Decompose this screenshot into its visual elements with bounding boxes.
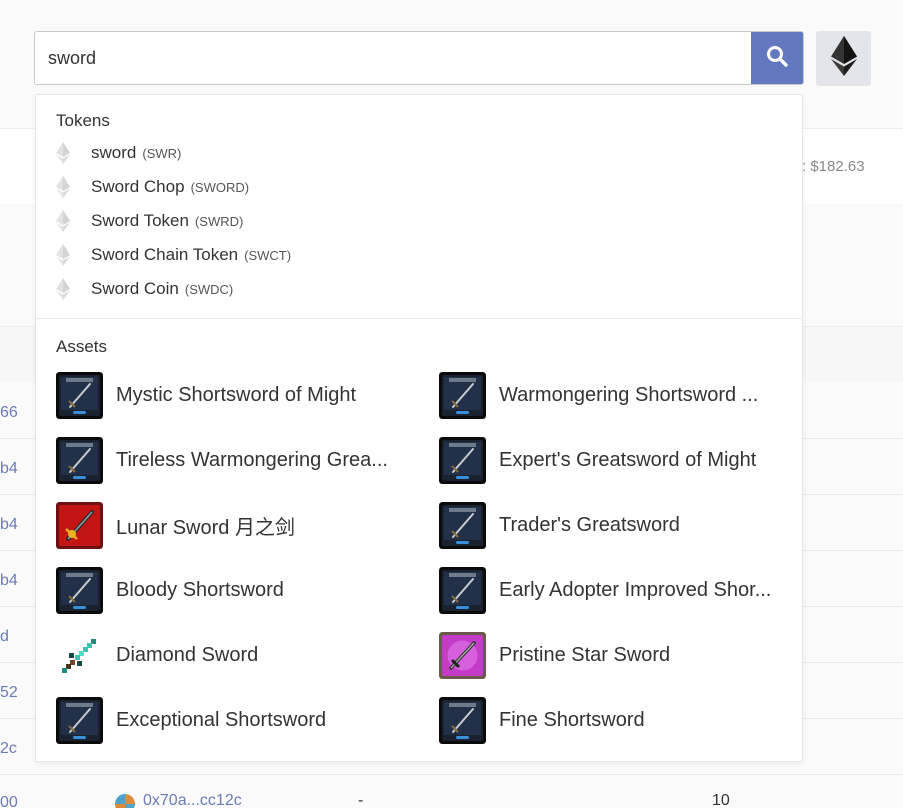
asset-result-item[interactable]: Warmongering Shortsword ... <box>439 371 758 419</box>
asset-thumbnail <box>56 501 103 549</box>
ethereum-icon <box>830 36 857 81</box>
background-row-fragment[interactable]: b4 <box>0 572 18 590</box>
section-divider <box>36 318 802 319</box>
token-symbol: (SWR) <box>142 145 182 161</box>
token-name: Sword Chop <box>91 177 185 196</box>
asset-name: Exceptional Shortsword <box>116 708 327 731</box>
background-row-fragment[interactable]: b4 <box>0 460 18 478</box>
token-name: Sword Token <box>91 211 189 230</box>
search-input[interactable] <box>35 32 751 84</box>
token-symbol: (SWRD) <box>194 213 244 229</box>
asset-thumbnail <box>439 371 486 419</box>
background-price-text: : $182.63 <box>802 158 865 175</box>
asset-thumbnail <box>439 631 486 679</box>
page: : $182.63 66 b4 b4 b4 d 52 2c 00 0x70a..… <box>0 0 903 808</box>
background-row-fragment[interactable]: 2c <box>0 740 17 758</box>
search-button[interactable] <box>751 32 803 84</box>
network-selector-button[interactable] <box>816 31 871 86</box>
asset-thumbnail <box>439 566 486 614</box>
background-row-fragment[interactable]: 52 <box>0 684 18 702</box>
asset-thumbnail <box>56 696 103 744</box>
asset-result-item[interactable]: Expert's Greatsword of Might <box>439 436 756 484</box>
asset-result-item[interactable]: Bloody Shortsword <box>56 566 284 614</box>
asset-name: Lunar Sword 月之剑 <box>116 516 295 539</box>
asset-result-item[interactable]: Lunar Sword 月之剑 <box>56 501 295 549</box>
asset-thumbnail <box>439 696 486 744</box>
background-row-fragment[interactable]: 66 <box>0 404 18 422</box>
asset-result-item[interactable]: Exceptional Shortsword <box>56 696 326 744</box>
background-row-line <box>0 774 903 775</box>
background-avatar <box>115 794 135 808</box>
token-result-item[interactable]: Sword Coin (SWDC) <box>56 274 233 304</box>
ethereum-token-icon <box>56 243 72 267</box>
asset-thumbnail <box>439 436 486 484</box>
tokens-section-title: Tokens <box>56 111 110 130</box>
ethereum-token-icon <box>56 141 72 165</box>
token-symbol: (SWDC) <box>184 281 234 297</box>
asset-name: Diamond Sword <box>116 643 259 666</box>
asset-thumbnail <box>56 436 103 484</box>
asset-result-item[interactable]: Mystic Shortsword of Might <box>56 371 356 419</box>
token-name: Sword Chain Token <box>91 245 239 264</box>
ethereum-token-icon <box>56 175 72 199</box>
search-results-dropdown: Tokens sword (SWR) Sword Chop (SWORD) Sword … <box>35 94 803 762</box>
token-symbol: (SWCT) <box>244 247 292 263</box>
token-result-item[interactable]: Sword Token (SWRD) <box>56 206 243 236</box>
asset-result-item[interactable]: Diamond Sword <box>56 631 258 679</box>
asset-name: Early Adopter Improved Shor... <box>499 578 772 601</box>
asset-name: Tireless Warmongering Grea... <box>116 448 388 471</box>
search-bar <box>34 31 804 85</box>
token-result-item[interactable]: sword (SWR) <box>56 138 181 168</box>
asset-thumbnail <box>56 631 103 679</box>
asset-name: Expert's Greatsword of Might <box>499 448 757 471</box>
background-row-fragment[interactable]: 00 <box>0 794 18 808</box>
asset-thumbnail <box>56 566 103 614</box>
background-address-link[interactable]: 0x70a...cc12c <box>143 792 242 808</box>
background-row-fragment[interactable]: d <box>0 628 9 646</box>
asset-result-item[interactable]: Pristine Star Sword <box>439 631 670 679</box>
background-row-fragment[interactable]: b4 <box>0 516 18 534</box>
asset-result-item[interactable]: Trader's Greatsword <box>439 501 680 549</box>
token-symbol: (SWORD) <box>190 179 250 195</box>
token-result-item[interactable]: Sword Chop (SWORD) <box>56 172 249 202</box>
asset-name: Trader's Greatsword <box>499 513 680 536</box>
asset-result-item[interactable]: Fine Shortsword <box>439 696 645 744</box>
asset-thumbnail <box>439 501 486 549</box>
asset-name: Mystic Shortsword of Might <box>116 383 357 406</box>
asset-name: Bloody Shortsword <box>116 578 284 601</box>
background-dash: - <box>358 792 364 808</box>
token-name: Sword Coin <box>91 279 179 298</box>
ethereum-token-icon <box>56 277 72 301</box>
asset-name: Pristine Star Sword <box>499 643 671 666</box>
asset-name: Fine Shortsword <box>499 708 645 731</box>
ethereum-token-icon <box>56 209 72 233</box>
assets-section-title: Assets <box>56 337 108 356</box>
token-result-item[interactable]: Sword Chain Token (SWCT) <box>56 240 291 270</box>
asset-result-item[interactable]: Tireless Warmongering Grea... <box>56 436 388 484</box>
search-icon <box>765 44 789 73</box>
token-name: sword <box>91 143 137 162</box>
asset-name: Warmongering Shortsword ... <box>499 383 759 406</box>
asset-result-item[interactable]: Early Adopter Improved Shor... <box>439 566 771 614</box>
background-number: 10 <box>712 792 730 808</box>
asset-thumbnail <box>56 371 103 419</box>
